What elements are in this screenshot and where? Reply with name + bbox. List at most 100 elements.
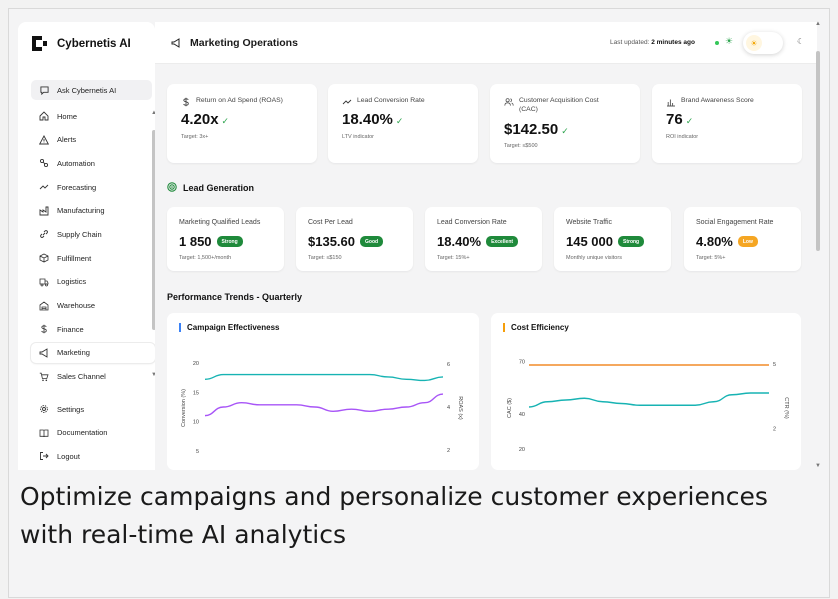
status-badge: Low (737, 236, 758, 247)
caption-text: Optimize campaigns and personalize custo… (20, 482, 768, 549)
kpi-value: $142.50 ✓ (504, 121, 569, 138)
ask-ai-button[interactable]: Ask Cybernetis AI (31, 80, 152, 100)
page-title: Marketing Operations (171, 37, 298, 49)
sidebar-item-automation[interactable]: Automation (31, 153, 155, 173)
sidebar-item-alerts[interactable]: Alerts (31, 130, 155, 150)
sidebar-item-marketing[interactable]: Marketing (31, 342, 155, 363)
campaign-effectiveness-card: Campaign Effectiveness 20 15 10 5 6 4 2 Convers… (167, 313, 479, 470)
last-updated-value: 2 minutes ago (651, 39, 695, 46)
trend-icon (342, 97, 352, 111)
sidebar-item-home[interactable]: Home (31, 106, 155, 126)
sidebar-item-supply-chain[interactable]: Supply Chain (31, 224, 155, 244)
main-scrollbar[interactable]: ▲ ▼ (815, 21, 821, 470)
sidebar-nav: Home Alerts Automation Forecasting Manufactu… (31, 106, 155, 390)
sun-knob-icon: ☀ (746, 35, 762, 51)
sidebar-item-label: Automation (57, 158, 95, 168)
kpi-card: Brand Awareness Score 76 ✓ ROI indicator (652, 84, 802, 163)
ask-ai-label: Ask Cybernetis AI (57, 85, 117, 95)
lead-card: Cost Per Lead $135.60 Good Target: ≤$150 (296, 207, 413, 271)
lead-value-text: 1 850 (179, 234, 212, 249)
y2-axis-label: CTR (%) (783, 397, 789, 419)
dollar-icon (181, 97, 191, 111)
kpi-label-text: Brand Awareness Score (681, 97, 754, 104)
lead-value: 145 000 Strong (566, 234, 645, 249)
theme-toggle[interactable]: ☀ (743, 32, 783, 54)
megaphone-icon (39, 348, 49, 358)
sidebar-item-label: Logistics (57, 277, 87, 287)
kpi-label: Lead Conversion Rate (342, 97, 425, 111)
sidebar-item-fulfillment[interactable]: Fulfillment (31, 248, 155, 268)
sidebar-item-label: Manufacturing (57, 206, 105, 216)
lead-subtext: Target: 15%+ (437, 255, 470, 261)
cost-efficiency-card: Cost Efficiency 70 40 20 5 2 CAC ($) CTR (%) (491, 313, 801, 470)
series-line (204, 373, 444, 382)
sidebar-item-forecasting[interactable]: Forecasting (31, 177, 155, 197)
page-title-text: Marketing Operations (190, 37, 298, 49)
y-axis-label: Conversion (%) (181, 389, 187, 427)
kpi-card: Lead Conversion Rate 18.40% ✓ LTV indicator (328, 84, 478, 163)
kpi-value-text: 76 (666, 111, 683, 128)
status-badge: Strong (618, 236, 645, 247)
sidebar-item-warehouse[interactable]: Warehouse (31, 296, 155, 316)
lead-label: Lead Conversion Rate (437, 219, 507, 226)
sidebar-item-label: Fulfillment (57, 253, 92, 263)
y-tick-label: 15 (193, 390, 199, 396)
y2-tick-label: 5 (773, 362, 776, 368)
sidebar-item-logout[interactable]: Logout (31, 446, 155, 466)
main-scroll-down-icon[interactable]: ▼ (815, 463, 821, 469)
sidebar-item-documentation[interactable]: Documentation (31, 423, 155, 443)
users-icon (504, 97, 514, 111)
lead-label: Marketing Qualified Leads (179, 219, 261, 226)
sidebar-item-sales-channel[interactable]: Sales Channel (31, 367, 155, 387)
y2-axis-label: ROAS (x) (457, 396, 463, 420)
kpi-value: 4.20x ✓ (181, 111, 229, 128)
campaign-effectiveness-chart: 20 15 10 5 6 4 2 Conversion (%) ROAS (x) (181, 361, 463, 455)
lead-subtext: Target: ≤$150 (308, 255, 342, 261)
lead-subtext: Target: 5%+ (696, 255, 726, 261)
main-scroll-up-icon[interactable]: ▲ (815, 21, 821, 27)
live-status-dot (715, 41, 719, 45)
kpi-label: Return on Ad Spend (ROAS) (181, 97, 283, 111)
y-axis-label: CAC ($) (507, 398, 513, 418)
sidebar-item-label: Supply Chain (57, 229, 102, 239)
main-scroll-thumb[interactable] (816, 51, 820, 251)
y2-tick-label: 4 (447, 405, 450, 411)
sidebar: Cybernetis AI ‹ Ask Cybernetis AI HomeAl… (18, 22, 159, 470)
lead-card: Social Engagement Rate 4.80% Low Target: 5%… (684, 207, 801, 271)
performance-trends-title: Performance Trends - Quarterly (167, 292, 303, 302)
app-window: Cybernetis AI ‹ Ask Cybernetis AI HomeAl… (12, 15, 826, 470)
target-icon (167, 182, 177, 194)
sidebar-item-logistics[interactable]: Logistics (31, 272, 155, 292)
kpi-label-text: Return on Ad Spend (ROAS) (196, 97, 283, 104)
moon-icon[interactable]: ☾ (797, 37, 804, 46)
lead-value: 1 850 Strong (179, 234, 243, 249)
sidebar-item-label: Marketing (57, 348, 90, 358)
lead-label: Social Engagement Rate (696, 219, 774, 226)
kpi-subtext: LTV indicator (342, 134, 374, 140)
megaphone-icon (171, 38, 181, 48)
status-badge: Good (360, 236, 384, 247)
cart-icon (39, 372, 49, 382)
kpi-label-text: Lead Conversion Rate (357, 97, 425, 104)
lead-value-text: $135.60 (308, 234, 355, 249)
series-line (204, 393, 444, 417)
lead-label: Cost Per Lead (308, 219, 353, 226)
sidebar-item-manufacturing[interactable]: Manufacturing (31, 201, 155, 221)
sidebar-item-label: Sales Channel (57, 372, 106, 382)
kpi-card: Customer Acquisition Cost (CAC) $142.50 ✓ T… (490, 84, 640, 163)
alert-icon (39, 134, 49, 145)
check-icon: ✓ (221, 116, 230, 126)
kpi-subtext: ROI indicator (666, 134, 699, 140)
lead-value-text: 4.80% (696, 234, 733, 249)
cost-efficiency-chart: 70 40 20 5 2 CAC ($) CTR (%) (507, 360, 789, 454)
kpi-value-text: $142.50 (504, 121, 559, 138)
status-badge: Excellent (486, 236, 519, 247)
sidebar-item-settings[interactable]: Settings (31, 399, 155, 419)
chat-icon (39, 85, 49, 95)
sidebar-item-finance[interactable]: Finance (31, 319, 155, 339)
sidebar-item-label: Logout (57, 451, 80, 461)
trend-icon (39, 182, 49, 192)
status-badge: Strong (216, 236, 243, 247)
brand[interactable]: Cybernetis AI (31, 35, 131, 52)
kpi-value: 76 ✓ (666, 111, 693, 128)
